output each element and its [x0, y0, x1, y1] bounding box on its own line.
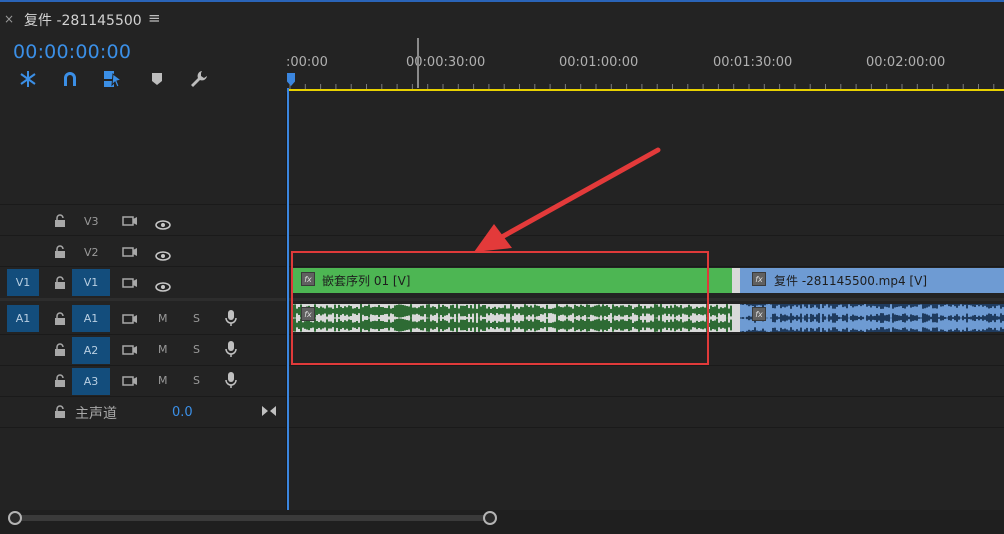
track-target-a3[interactable]: A3 [72, 368, 110, 395]
clip-transition-edge[interactable] [732, 268, 740, 293]
annotation-arrow [474, 147, 661, 252]
lock-icon[interactable] [54, 404, 66, 423]
track-target-a2[interactable]: A2 [72, 337, 110, 364]
horizontal-scrollbar[interactable] [0, 510, 1004, 534]
mute-button[interactable]: M [158, 343, 168, 356]
eye-icon[interactable] [155, 277, 171, 296]
lock-icon[interactable] [54, 373, 66, 392]
eye-icon[interactable] [155, 246, 171, 265]
ruler-label: :00:00 [286, 55, 328, 70]
mute-button[interactable]: M [158, 374, 168, 387]
master-volume-value[interactable]: 0.0 [172, 405, 193, 420]
eye-icon[interactable] [155, 215, 171, 234]
clip-transition-edge[interactable] [732, 304, 740, 332]
source-patch-v1[interactable]: V1 [7, 269, 39, 296]
track-divider [0, 365, 1004, 366]
magnet-snap-icon[interactable] [59, 68, 81, 90]
scrollbar-thumb[interactable] [14, 515, 489, 521]
track-divider [0, 427, 1004, 428]
tab-menu-icon[interactable]: ≡ [148, 9, 161, 27]
in-point-marker [417, 38, 419, 88]
fx-badge: fx [752, 307, 766, 321]
microphone-icon[interactable] [225, 371, 237, 393]
fx-badge: fx [752, 272, 766, 286]
ruler-label: 00:02:00:00 [866, 55, 946, 70]
sync-lock-icon[interactable] [122, 213, 138, 232]
sync-lock-icon[interactable] [122, 275, 138, 294]
add-marker-icon[interactable] [146, 68, 168, 90]
track-target-a1[interactable]: A1 [72, 305, 110, 332]
mute-button[interactable]: M [158, 312, 168, 325]
clip-copy-audio[interactable]: fx [740, 304, 1004, 332]
sequence-tab-bar: × 复件 -281145500 ≡ [0, 2, 1004, 32]
track-target-v1[interactable]: V1 [72, 269, 110, 296]
track-label-v2: V2 [84, 246, 99, 259]
sync-lock-icon[interactable] [122, 373, 138, 392]
clip-label: 复件 -281145500.mp4 [V] [774, 274, 928, 288]
sync-lock-icon[interactable] [122, 244, 138, 263]
sync-lock-icon[interactable] [122, 311, 138, 330]
linked-selection-icon[interactable] [101, 68, 123, 90]
solo-button[interactable]: S [193, 312, 200, 325]
lock-icon[interactable] [54, 275, 66, 294]
highlight-box [291, 251, 709, 365]
snap-insert-icon[interactable] [17, 68, 39, 90]
lock-icon[interactable] [54, 311, 66, 330]
lock-icon[interactable] [54, 342, 66, 361]
solo-button[interactable]: S [193, 343, 200, 356]
playhead-line[interactable] [287, 88, 289, 510]
track-divider [0, 396, 1004, 397]
ruler-label: 00:01:30:00 [713, 55, 793, 70]
tab-close-button[interactable]: × [4, 12, 14, 26]
solo-button[interactable]: S [193, 374, 200, 387]
scroll-handle-right[interactable] [483, 511, 497, 525]
microphone-icon[interactable] [225, 309, 237, 331]
microphone-icon[interactable] [225, 340, 237, 362]
sync-lock-icon[interactable] [122, 342, 138, 361]
wrench-settings-icon[interactable] [188, 68, 210, 90]
sequence-tab-title[interactable]: 复件 -281145500 [24, 10, 142, 30]
go-to-in-out-icon[interactable] [261, 402, 277, 421]
lock-icon[interactable] [54, 213, 66, 232]
ruler-label: 00:01:00:00 [559, 55, 639, 70]
clip-copy-video[interactable]: fx 复件 -281145500.mp4 [V] [740, 268, 1004, 293]
lock-icon[interactable] [54, 244, 66, 263]
track-label-v3: V3 [84, 215, 99, 228]
scroll-handle-left[interactable] [8, 511, 22, 525]
playhead-timecode[interactable]: 00:00:00:00 [13, 41, 131, 63]
work-area-bar[interactable] [288, 89, 1004, 91]
source-patch-a1[interactable]: A1 [7, 305, 39, 332]
master-track-label: 主声道 [75, 406, 117, 422]
